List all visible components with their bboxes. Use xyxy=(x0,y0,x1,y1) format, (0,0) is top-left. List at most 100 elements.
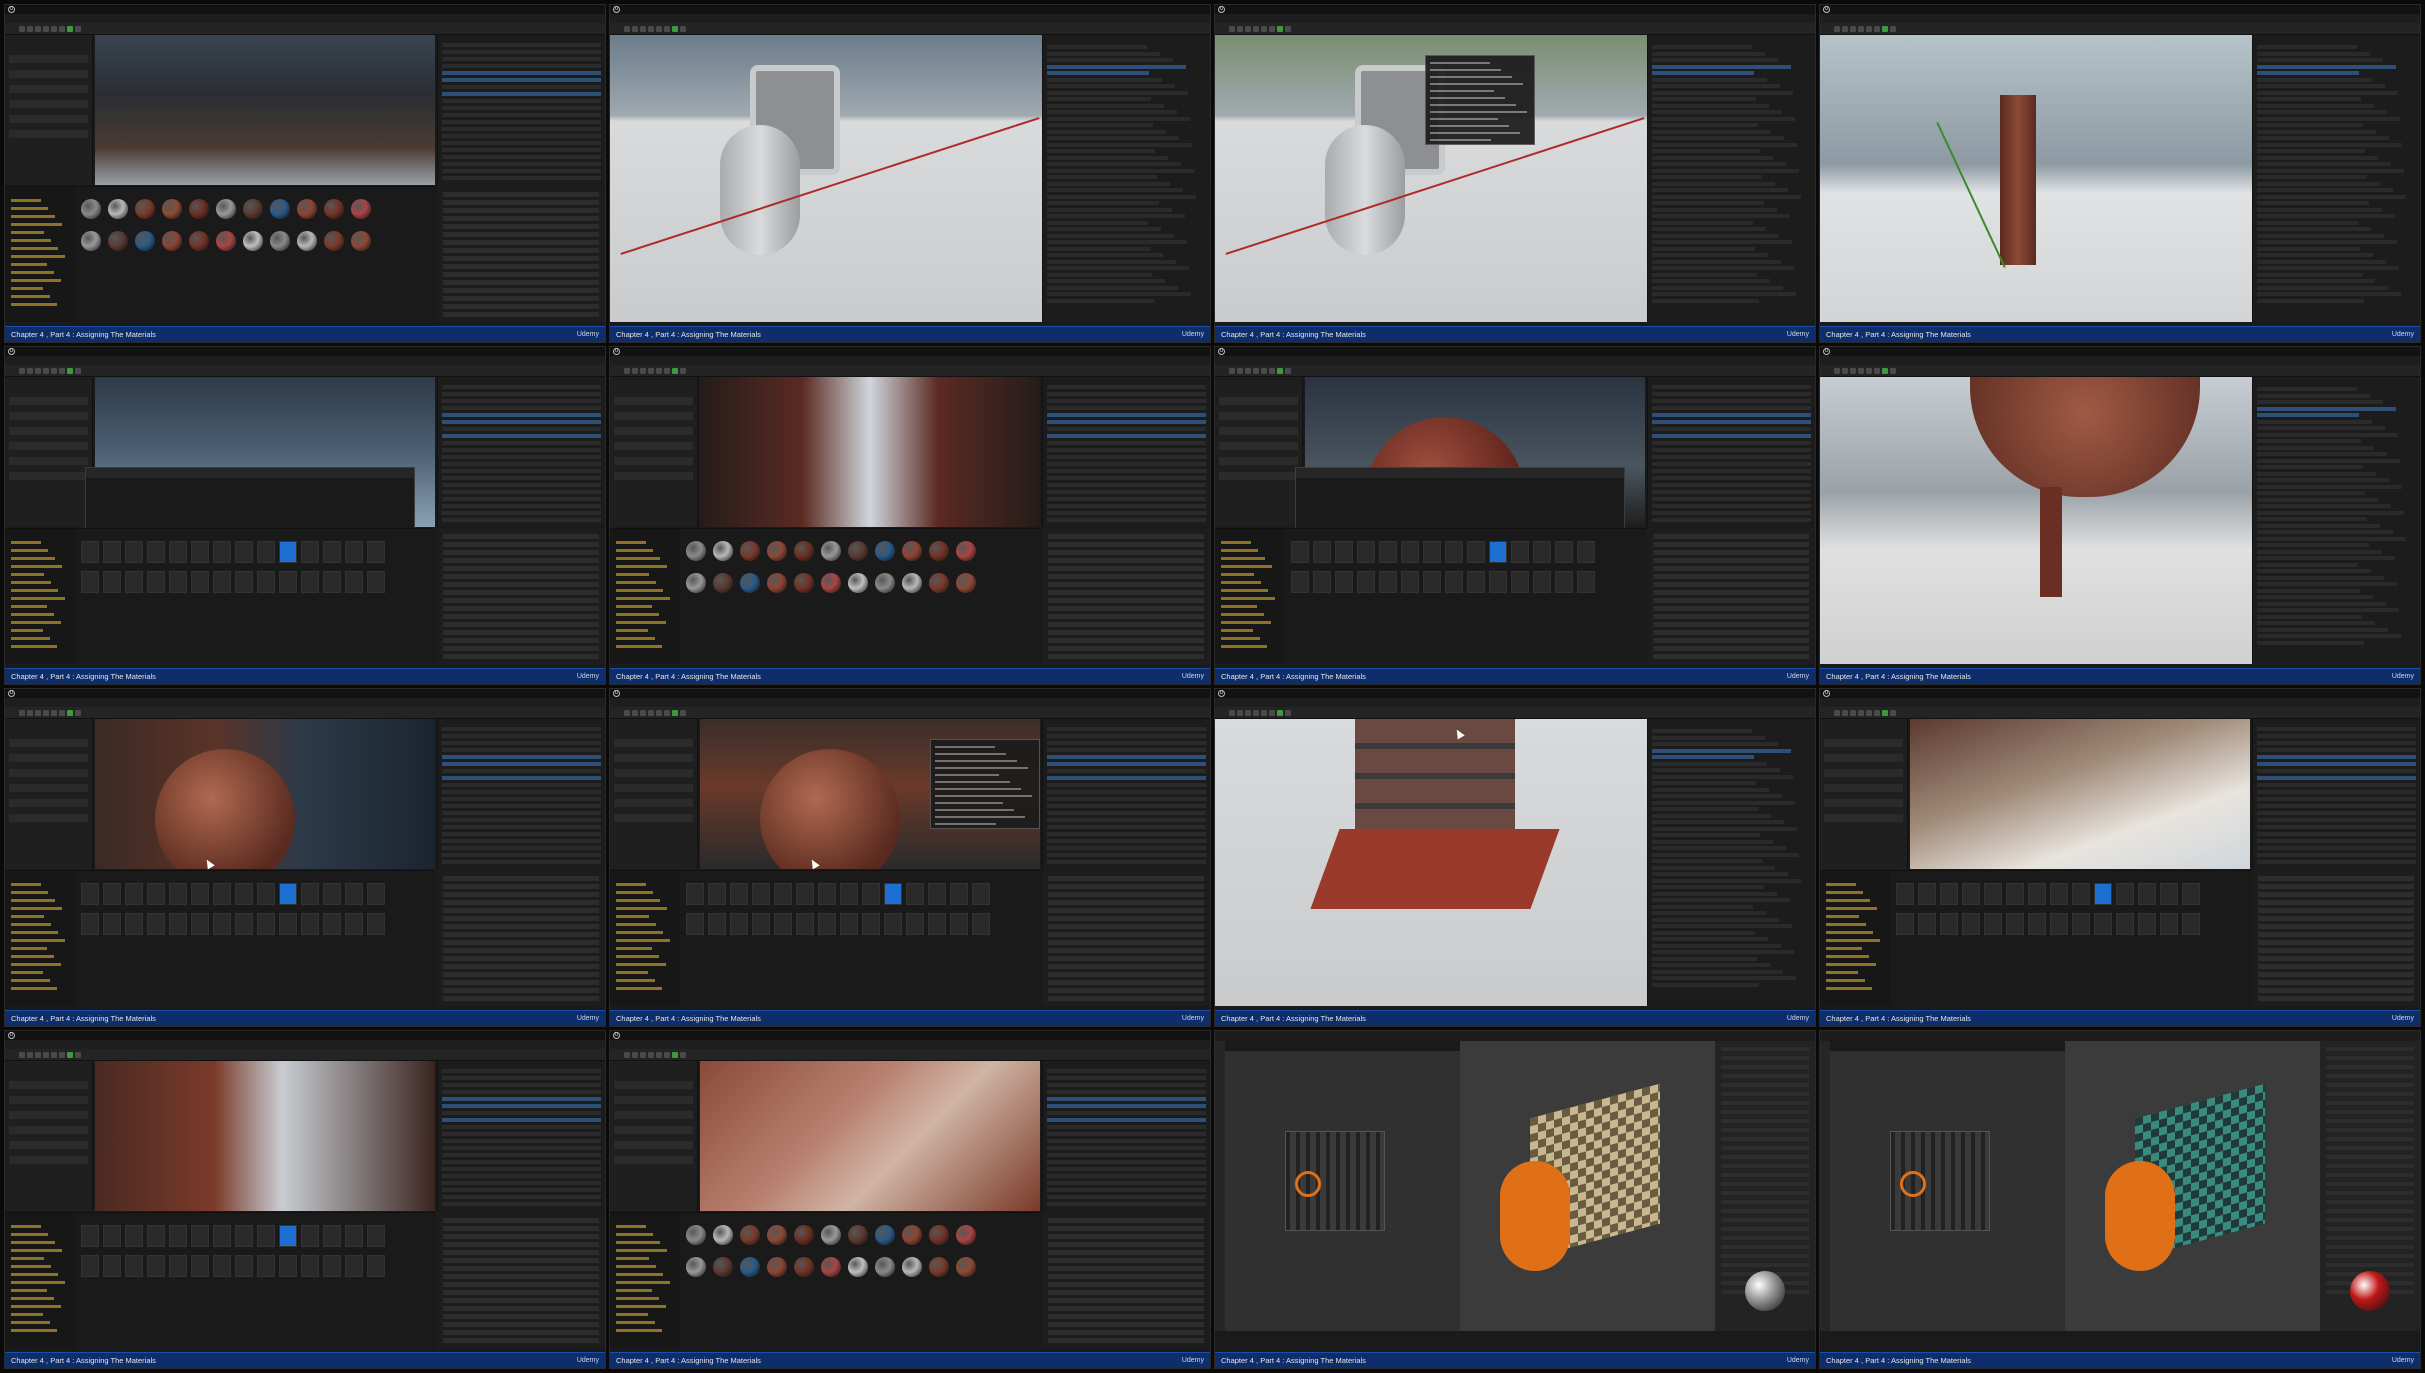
material-thumbnail[interactable] xyxy=(243,199,263,219)
play-icon[interactable] xyxy=(672,710,678,716)
outliner-row[interactable] xyxy=(1652,129,1771,134)
asset-thumbnail[interactable] xyxy=(279,913,297,935)
outliner-row[interactable] xyxy=(1047,504,1206,508)
asset-thumbnail[interactable] xyxy=(257,913,275,935)
outliner-row[interactable] xyxy=(2257,64,2396,69)
toolbar-button[interactable] xyxy=(1874,26,1880,32)
material-thumbnail[interactable] xyxy=(794,573,814,593)
outliner-row[interactable] xyxy=(2257,71,2359,75)
outliner-row[interactable] xyxy=(2257,298,2364,303)
folder-item[interactable] xyxy=(1221,629,1253,632)
outliner-row[interactable] xyxy=(2257,582,2397,586)
asset-thumbnail[interactable] xyxy=(1962,883,1980,905)
outliner-row[interactable] xyxy=(1047,1174,1206,1178)
asset-thumbnail[interactable] xyxy=(169,1255,187,1277)
outliner-row[interactable] xyxy=(2257,266,2399,270)
outliner-row[interactable] xyxy=(2257,536,2406,541)
outliner-row[interactable] xyxy=(2257,426,2385,430)
folder-item[interactable] xyxy=(11,1273,58,1276)
details-row[interactable] xyxy=(1048,1306,1204,1311)
details-row[interactable] xyxy=(1048,1274,1204,1279)
actor-list-item[interactable] xyxy=(614,739,693,747)
outliner-row[interactable] xyxy=(2257,439,2361,443)
folder-item[interactable] xyxy=(616,1289,652,1292)
details-row[interactable] xyxy=(1048,606,1204,611)
outliner-row[interactable] xyxy=(442,420,601,424)
material-thumbnail[interactable] xyxy=(767,573,787,593)
property-row[interactable] xyxy=(2326,1236,2414,1240)
outliner-row[interactable] xyxy=(1652,233,1779,238)
asset-thumbnail[interactable] xyxy=(279,1225,297,1247)
details-row[interactable] xyxy=(443,256,599,261)
outliner-row[interactable] xyxy=(2257,458,2400,463)
outliner-row[interactable] xyxy=(2257,853,2416,857)
property-row[interactable] xyxy=(1721,1236,1809,1240)
outliner-row[interactable] xyxy=(1652,175,1762,179)
asset-thumbnail[interactable] xyxy=(81,541,99,563)
outliner-row[interactable] xyxy=(442,497,601,501)
outliner-row[interactable] xyxy=(2257,136,2389,140)
outliner-row[interactable] xyxy=(1652,399,1811,403)
outliner-row[interactable] xyxy=(2257,51,2370,56)
outliner-row[interactable] xyxy=(1047,51,1160,56)
outliner-row[interactable] xyxy=(1047,214,1185,218)
play-icon[interactable] xyxy=(67,1052,73,1058)
property-row[interactable] xyxy=(1721,1074,1809,1078)
details-row[interactable] xyxy=(1653,558,1809,563)
property-row[interactable] xyxy=(1721,1092,1809,1096)
details-row[interactable] xyxy=(443,550,599,555)
outliner-row[interactable] xyxy=(2257,233,2384,238)
asset-thumbnail[interactable] xyxy=(279,541,297,563)
details-row[interactable] xyxy=(1048,1322,1204,1327)
outliner-row[interactable] xyxy=(2257,400,2383,404)
asset-thumbnail[interactable] xyxy=(125,1225,143,1247)
asset-thumbnail[interactable] xyxy=(1401,571,1419,593)
actor-list-item[interactable] xyxy=(614,412,693,420)
outliner-row[interactable] xyxy=(442,811,601,815)
asset-thumbnail[interactable] xyxy=(2182,913,2200,935)
folder-item[interactable] xyxy=(616,605,652,608)
details-row[interactable] xyxy=(1048,646,1204,651)
asset-thumbnail[interactable] xyxy=(884,883,902,905)
details-row[interactable] xyxy=(443,948,599,953)
outliner-row[interactable] xyxy=(1047,240,1187,244)
toolbar-button[interactable] xyxy=(656,26,662,32)
toolbar-button[interactable] xyxy=(1842,368,1848,374)
outliner-row[interactable] xyxy=(2257,614,2362,619)
outliner-row[interactable] xyxy=(1047,790,1206,794)
toolbar-button[interactable] xyxy=(27,368,33,374)
folder-item[interactable] xyxy=(11,1241,55,1244)
outliner-row[interactable] xyxy=(442,155,601,159)
folder-item[interactable] xyxy=(616,581,656,584)
details-row[interactable] xyxy=(443,876,599,881)
asset-thumbnail[interactable] xyxy=(708,913,726,935)
material-thumbnail[interactable] xyxy=(794,1257,814,1277)
folder-item[interactable] xyxy=(11,629,43,632)
thumbnail-t15[interactable]: Chapter 4 , Part 4 : Assigning The Mater… xyxy=(1214,1030,1816,1369)
asset-thumbnail[interactable] xyxy=(2094,883,2112,905)
asset-thumbnail[interactable] xyxy=(906,913,924,935)
property-row[interactable] xyxy=(2326,1083,2414,1087)
details-row[interactable] xyxy=(443,900,599,905)
outliner-row[interactable] xyxy=(2257,543,2369,547)
property-row[interactable] xyxy=(1721,1209,1809,1213)
asset-thumbnail[interactable] xyxy=(928,883,946,905)
material-thumbnail[interactable] xyxy=(902,1257,922,1277)
folder-item[interactable] xyxy=(11,581,51,584)
outliner-row[interactable] xyxy=(442,385,601,389)
play-icon[interactable] xyxy=(672,26,678,32)
asset-thumbnail[interactable] xyxy=(2138,883,2156,905)
outliner-row[interactable] xyxy=(1652,969,1783,974)
asset-thumbnail[interactable] xyxy=(950,883,968,905)
asset-thumbnail[interactable] xyxy=(323,1255,341,1277)
folder-item[interactable] xyxy=(11,239,51,242)
material-thumbnail[interactable] xyxy=(189,199,209,219)
outliner-row[interactable] xyxy=(1047,71,1149,75)
window-title-bar[interactable] xyxy=(1296,468,1624,478)
outliner-row[interactable] xyxy=(1652,504,1811,508)
outliner-row[interactable] xyxy=(1652,441,1811,445)
outliner-row[interactable] xyxy=(2257,90,2398,95)
folder-item[interactable] xyxy=(11,963,61,966)
details-row[interactable] xyxy=(1048,1234,1204,1239)
toolbar-button[interactable] xyxy=(43,26,49,32)
